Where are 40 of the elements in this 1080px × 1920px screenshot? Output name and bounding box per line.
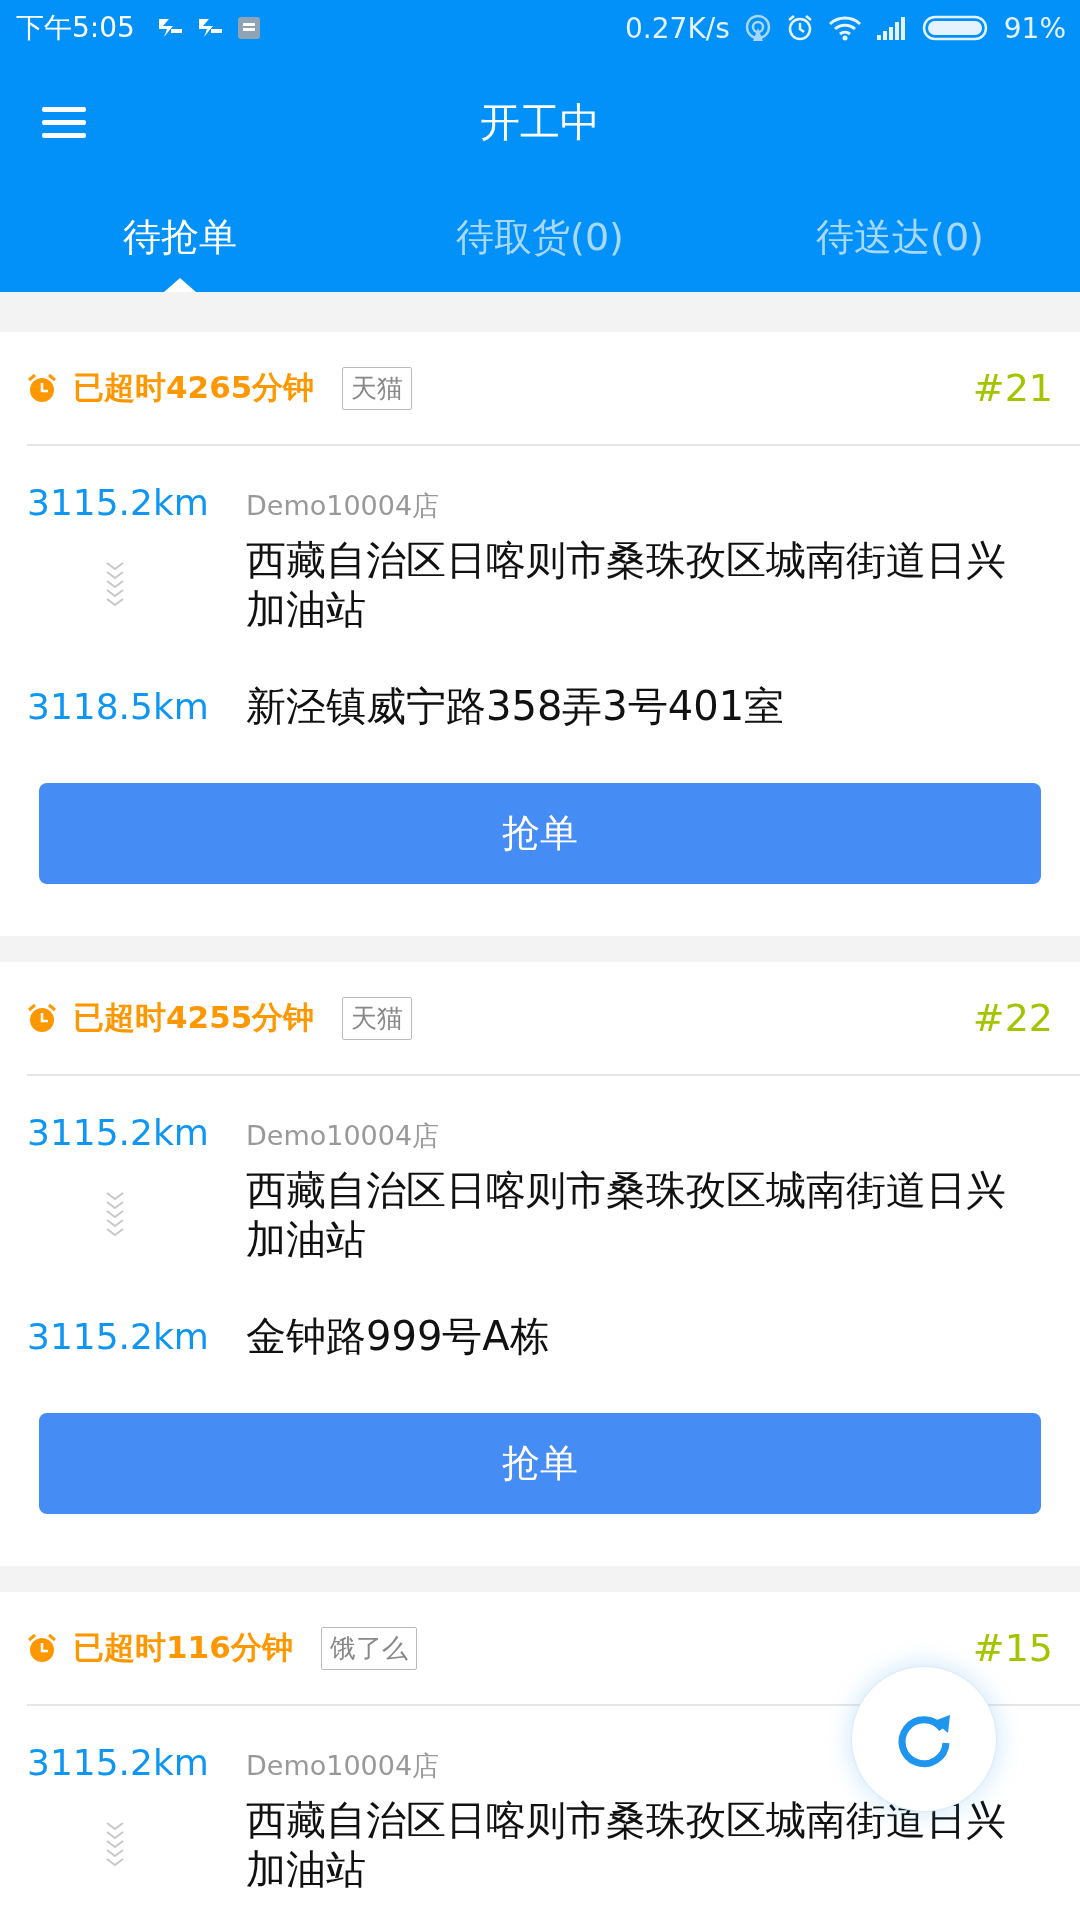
alarm-clock-icon (27, 373, 57, 403)
distance: 3118.5km (27, 686, 210, 727)
grab-order-button[interactable]: 抢单 (39, 1413, 1041, 1514)
shop-name: Demo10004店 (246, 1749, 441, 1783)
signal-icon (875, 15, 908, 41)
tab-indicator (164, 278, 196, 292)
shop-name: Demo10004店 (246, 489, 441, 523)
pickup-address: 西藏自治区日喀则市桑珠孜区城南街道日兴加油站 (246, 1166, 1007, 1264)
dropoff-address: 新泾镇威宁路358弄3号401室 (246, 682, 786, 731)
battery-icon (921, 14, 990, 42)
screen-title: 开工中 (479, 97, 601, 147)
platform-tag: 天猫 (342, 366, 413, 410)
distance: 3115.2km (27, 1112, 210, 1153)
app-notification-icon (236, 16, 261, 40)
overdue-time: 已超时4265分钟 (73, 368, 315, 407)
order-number: #15 (972, 1626, 1053, 1670)
tab[interactable]: 待送达(0) (720, 188, 1080, 292)
battery-level: 91% (1003, 11, 1066, 45)
menu-icon[interactable] (42, 105, 86, 139)
order-number: #21 (972, 366, 1053, 410)
order-number: #22 (972, 996, 1053, 1040)
status-time: 下午5:05 (16, 10, 135, 46)
overdue-time: 已超时116分钟 (73, 1628, 293, 1667)
distance: 3115.2km (27, 482, 210, 523)
dropoff-address: 金钟路999号A栋 (246, 1312, 551, 1361)
overdue-time: 已超时4255分钟 (73, 998, 315, 1037)
distance: 3115.2km (27, 1316, 210, 1357)
grab-order-button[interactable]: 抢单 (39, 783, 1041, 884)
distance: 3115.2km (27, 1742, 210, 1783)
tab[interactable]: 待取货(0) (360, 188, 720, 292)
network-speed: 0.27K/s (625, 11, 730, 45)
pickup-address: 西藏自治区日喀则市桑珠孜区城南街道日兴加油站 (246, 536, 1007, 634)
shop-name: Demo10004店 (246, 1119, 441, 1153)
alarm-clock-icon (27, 1633, 57, 1663)
platform-tag: 饿了么 (320, 1626, 417, 1670)
tab[interactable]: 待抢单 (0, 188, 360, 292)
platform-tag: 天猫 (342, 996, 413, 1040)
alarm-clock-icon (27, 1003, 57, 1033)
wifi-icon (827, 15, 862, 41)
hotspot-icon (743, 14, 772, 42)
